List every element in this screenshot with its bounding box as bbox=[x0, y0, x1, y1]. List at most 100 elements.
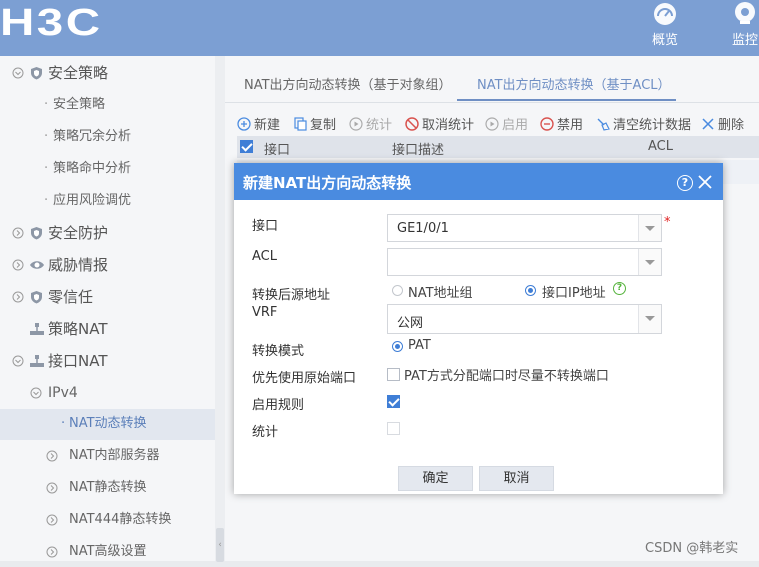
column-header-interface[interactable]: 接口 bbox=[264, 139, 290, 158]
column-header-interface-desc[interactable]: 接口描述 bbox=[392, 139, 444, 158]
acl-select[interactable] bbox=[387, 248, 662, 276]
active-tab-indicator bbox=[457, 99, 676, 101]
new-button[interactable]: 新建 bbox=[237, 114, 280, 133]
disable-button-label: 禁用 bbox=[557, 118, 584, 133]
sidebar-splitter: ‹ bbox=[215, 56, 225, 562]
sidebar-item-nat-internal-server[interactable]: NAT内部服务器 bbox=[0, 441, 215, 471]
clear-stats-button-label: 清空统计数据 bbox=[613, 118, 692, 133]
stats-label: 统计 bbox=[252, 425, 279, 440]
prefer-original-port-desc: PAT方式分配端口时尽量不转换端口 bbox=[404, 369, 609, 384]
enable-button-label: 启用 bbox=[502, 118, 529, 133]
sidebar-item-interface-nat[interactable]: 接口NAT bbox=[0, 346, 215, 376]
sidebar-item-security-policy[interactable]: 安全策略 bbox=[0, 58, 215, 88]
column-header-acl[interactable]: ACL bbox=[648, 139, 673, 154]
radio-nat-address-group[interactable] bbox=[392, 285, 403, 296]
delete-button[interactable]: 删除 bbox=[701, 114, 744, 133]
expand-toggle-icon bbox=[12, 67, 24, 79]
sidebar-collapse-handle[interactable]: ‹ bbox=[216, 528, 224, 562]
prefer-original-port-checkbox[interactable] bbox=[387, 368, 400, 381]
sidebar-item-nat444-static[interactable]: NAT444静态转换 bbox=[0, 505, 215, 535]
nav-overview[interactable]: 概览 bbox=[642, 0, 688, 56]
nav-monitor[interactable]: 监控 bbox=[722, 0, 759, 56]
plus-circle-icon bbox=[237, 117, 251, 131]
sidebar-group-ipv4[interactable]: IPv4 bbox=[0, 378, 215, 408]
dialog-header: 新建NAT出方向动态转换 ? bbox=[234, 163, 723, 200]
disable-button[interactable]: 禁用 bbox=[540, 114, 583, 133]
nav-monitor-label: 监控 bbox=[731, 33, 758, 48]
enable-button[interactable]: 启用 bbox=[485, 114, 528, 133]
clear-stats-button[interactable]: 清空统计数据 bbox=[596, 114, 691, 133]
expand-toggle-icon bbox=[46, 514, 58, 526]
cancel-stats-button[interactable]: 取消统计 bbox=[405, 114, 474, 133]
sidebar-item-label: NAT动态转换 bbox=[69, 416, 147, 431]
sidebar-item-label: 威胁情报 bbox=[48, 256, 109, 274]
ok-button[interactable]: 确定 bbox=[398, 466, 473, 491]
sidebar-item-label: NAT内部服务器 bbox=[69, 448, 160, 463]
network-icon bbox=[30, 323, 44, 335]
radio-pat[interactable] bbox=[392, 341, 403, 352]
x-icon bbox=[702, 118, 714, 130]
interface-value: GE1/0/1 bbox=[397, 221, 449, 236]
eye-icon bbox=[30, 261, 44, 269]
interface-select[interactable]: GE1/0/1 bbox=[387, 214, 662, 242]
copy-button[interactable]: 复制 bbox=[293, 114, 336, 133]
enable-rule-checkbox[interactable] bbox=[387, 395, 400, 408]
stats-button-label: 统计 bbox=[366, 118, 393, 133]
vrf-select[interactable]: 公网 bbox=[387, 304, 662, 334]
new-nat-dialog: 新建NAT出方向动态转换 ? 接口 GE1/0/1 * ACL 转换后源地址 N… bbox=[234, 163, 723, 494]
top-bar: H3C 概览 监控 bbox=[0, 0, 759, 56]
sidebar-item-label: 策略冗余分析 bbox=[53, 129, 132, 144]
radio-interface-ip[interactable] bbox=[525, 285, 536, 296]
tab-nat-outbound-acl[interactable]: NAT出方向动态转换（基于ACL） bbox=[477, 74, 671, 93]
nav-overview-label: 概览 bbox=[651, 33, 678, 48]
sidebar-item-nat-dynamic[interactable]: · NAT动态转换 bbox=[0, 409, 215, 440]
dialog-title: 新建NAT出方向动态转换 bbox=[243, 174, 412, 192]
sidebar-item-label: 策略NAT bbox=[48, 320, 108, 338]
cancel-stats-button-label: 取消统计 bbox=[422, 118, 475, 133]
sidebar-item-zero-trust[interactable]: 零信任 bbox=[0, 282, 215, 312]
sidebar-item-security-protection[interactable]: 安全防护 bbox=[0, 218, 215, 248]
monitor-camera-icon bbox=[735, 2, 755, 24]
interface-ip-label: 接口IP地址 bbox=[542, 286, 606, 301]
tab-nat-outbound-object-group[interactable]: NAT出方向动态转换（基于对象组） bbox=[244, 74, 452, 93]
select-all-checkbox[interactable] bbox=[240, 140, 253, 153]
sidebar-item-label: 安全策略 bbox=[48, 64, 109, 82]
chevron-down-icon bbox=[638, 215, 661, 241]
sidebar-item-nat-static[interactable]: NAT静态转换 bbox=[0, 473, 215, 503]
sidebar-item-label: 策略命中分析 bbox=[53, 161, 132, 176]
sidebar-item-label: NAT444静态转换 bbox=[69, 512, 172, 527]
expand-toggle-icon bbox=[12, 227, 24, 239]
sidebar-item-nat-advanced[interactable]: NAT高级设置 bbox=[0, 537, 215, 567]
sidebar-item-app-risk[interactable]: · 应用风险调优 bbox=[0, 186, 215, 216]
sidebar-item-policy-nat[interactable]: 策略NAT bbox=[0, 314, 215, 344]
stats-button[interactable]: 统计 bbox=[349, 114, 392, 133]
pat-label: PAT bbox=[408, 338, 431, 353]
sidebar-item-label: 接口NAT bbox=[48, 352, 108, 370]
shield-icon bbox=[31, 67, 42, 80]
sidebar-item-security-policy-sub[interactable]: · 安全策略 bbox=[0, 90, 215, 120]
broom-icon bbox=[597, 118, 610, 131]
cancel-button[interactable]: 取消 bbox=[479, 466, 554, 491]
help-tip-icon[interactable]: ? bbox=[613, 282, 626, 295]
vrf-label: VRF bbox=[252, 305, 278, 320]
table-header: 接口 接口描述 ACL bbox=[237, 136, 759, 158]
stats-checkbox[interactable] bbox=[387, 422, 400, 435]
sidebar-item-policy-redundancy[interactable]: · 策略冗余分析 bbox=[0, 122, 215, 152]
sidebar-item-label: NAT静态转换 bbox=[69, 480, 147, 495]
chevron-down-icon bbox=[638, 305, 661, 333]
vrf-value: 公网 bbox=[397, 316, 424, 331]
sidebar-item-policy-hit[interactable]: · 策略命中分析 bbox=[0, 154, 215, 184]
interface-label: 接口 bbox=[252, 219, 279, 234]
prefer-original-port-label: 优先使用原始端口 bbox=[252, 371, 357, 386]
expand-toggle-icon bbox=[30, 387, 42, 399]
close-icon[interactable] bbox=[697, 174, 713, 190]
copy-button-label: 复制 bbox=[310, 118, 337, 133]
network-icon bbox=[30, 355, 44, 367]
sidebar-item-label: 零信任 bbox=[48, 288, 94, 306]
sidebar-item-label: IPv4 bbox=[48, 385, 78, 401]
help-icon[interactable]: ? bbox=[677, 175, 693, 191]
watermark: CSDN @韩老实 bbox=[645, 541, 739, 556]
forbidden-icon bbox=[405, 117, 419, 131]
sidebar-item-threat-intel[interactable]: 威胁情报 bbox=[0, 250, 215, 280]
sidebar-item-label: NAT高级设置 bbox=[69, 544, 147, 559]
